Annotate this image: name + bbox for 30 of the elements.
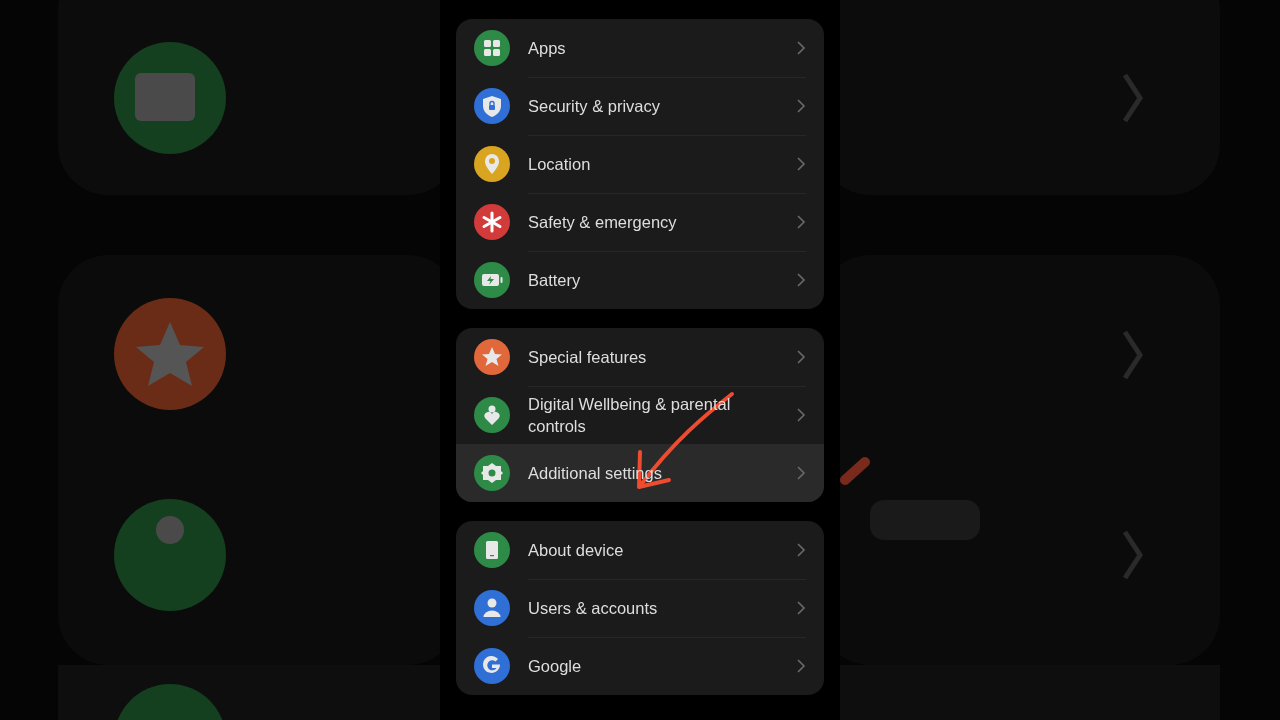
chevron-right-icon — [796, 542, 806, 558]
settings-item[interactable]: Google — [456, 637, 824, 695]
asterisk-icon — [474, 204, 510, 240]
chevron-right-icon — [796, 272, 806, 288]
chevron-right-icon — [796, 600, 806, 616]
chevron-right-icon — [796, 407, 806, 423]
chevron-right-icon — [796, 40, 806, 56]
settings-item[interactable]: Users & accounts — [456, 579, 824, 637]
gear-icon — [474, 455, 510, 491]
settings-item[interactable]: Location — [456, 135, 824, 193]
chevron-right-icon — [796, 98, 806, 114]
settings-item[interactable]: About device — [456, 521, 824, 579]
google-icon — [474, 648, 510, 684]
chevron-right-icon — [796, 156, 806, 172]
person-icon — [474, 590, 510, 626]
wellbeing-icon — [474, 397, 510, 433]
phone-icon — [474, 532, 510, 568]
chevron-right-icon — [796, 658, 806, 674]
settings-item[interactable]: Security & privacy — [456, 77, 824, 135]
shield-icon — [474, 88, 510, 124]
settings-item[interactable]: Apps — [456, 19, 824, 77]
battery-icon — [474, 262, 510, 298]
settings-item[interactable]: Safety & emergency — [456, 193, 824, 251]
chevron-right-icon — [796, 349, 806, 365]
location-icon — [474, 146, 510, 182]
apps-icon — [474, 30, 510, 66]
settings-item[interactable]: Battery — [456, 251, 824, 309]
chevron-right-icon — [796, 465, 806, 481]
settings-item[interactable]: Special features — [456, 328, 824, 386]
chevron-right-icon — [796, 214, 806, 230]
